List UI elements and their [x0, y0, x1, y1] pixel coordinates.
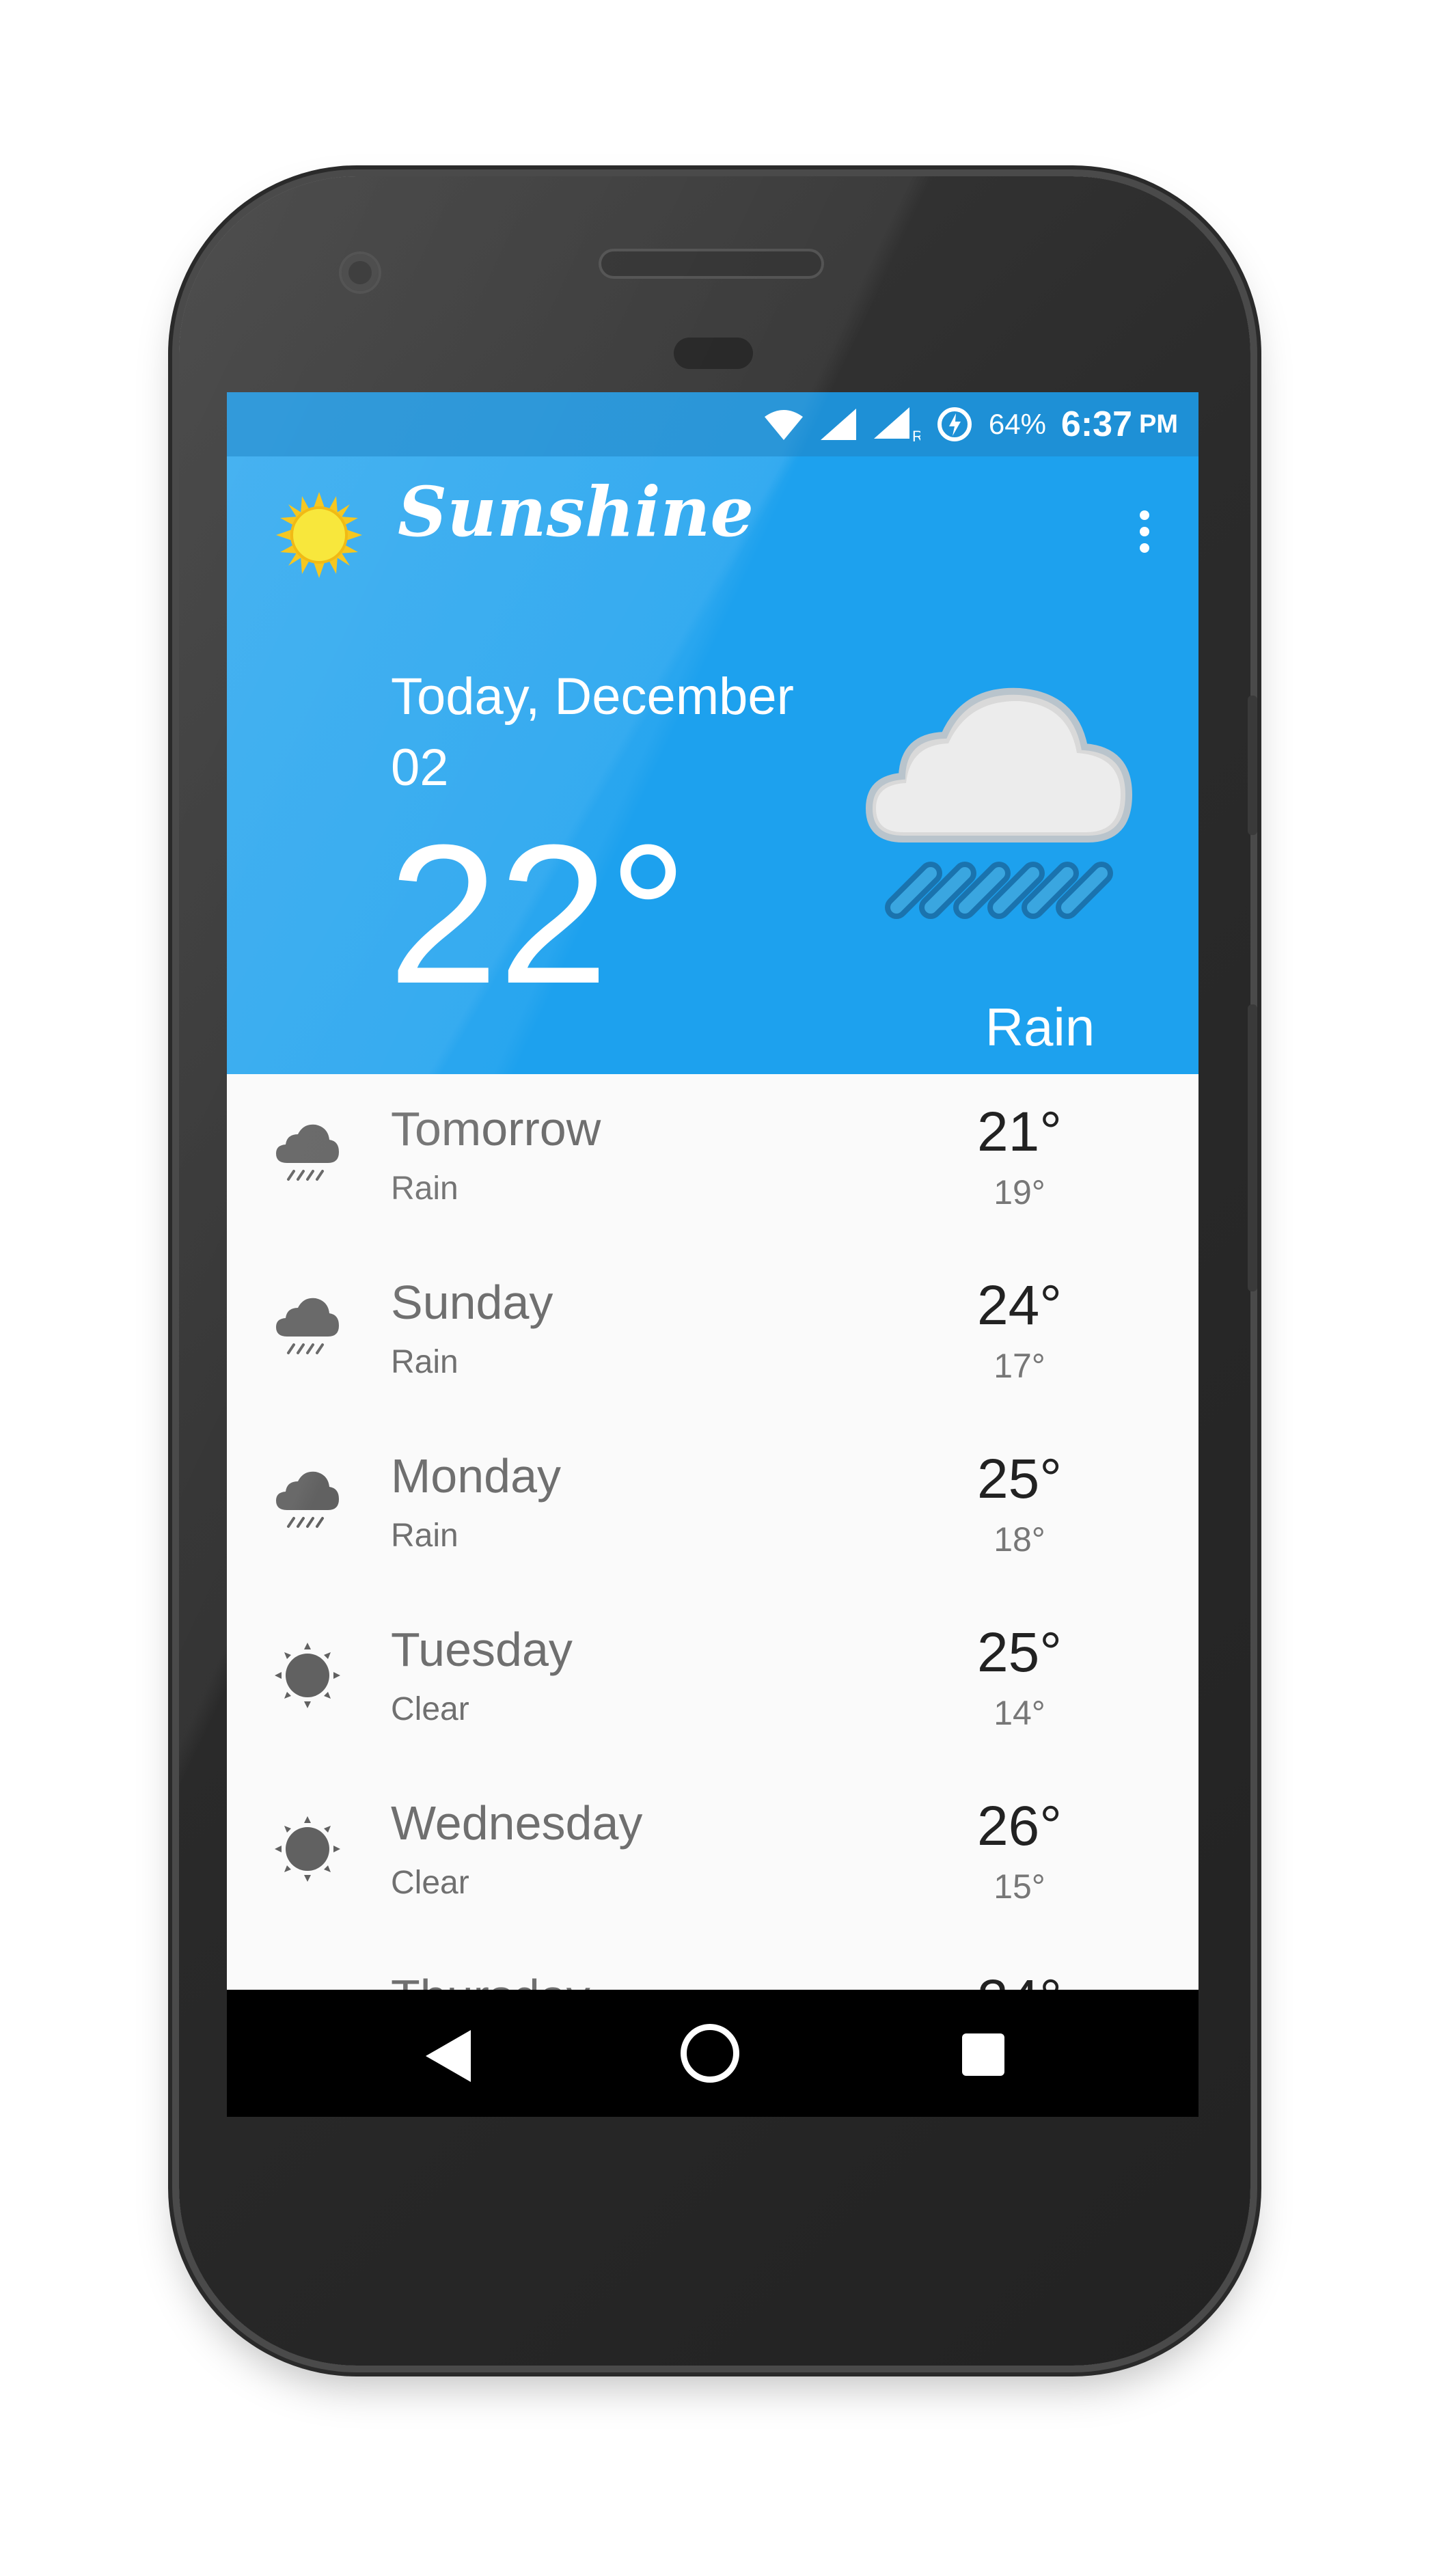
rain-icon: [276, 1471, 339, 1528]
power-button: [1248, 696, 1257, 835]
forecast-low: 19°: [994, 1173, 1045, 1211]
signal-icon: [820, 409, 856, 440]
forecast-high: 25°: [976, 1448, 1062, 1510]
forecast-condition: Rain: [391, 1170, 458, 1207]
menu-dot: [1140, 510, 1149, 520]
signal-roaming-icon: R: [873, 407, 920, 443]
battery-saver-icon: [937, 407, 972, 441]
home-button[interactable]: [681, 2024, 739, 2083]
forecast-high: 24°: [976, 1274, 1062, 1337]
menu-dot: [1140, 527, 1149, 536]
battery-percent: 64%: [988, 408, 1046, 440]
sun-icon: [275, 1816, 340, 1882]
forecast-row[interactable]: Wednesday Clear 26° 15°: [227, 1768, 1198, 1942]
today-panel[interactable]: Sunshine Today, December 02 22° Rain: [227, 456, 1198, 1074]
forecast-low: 17°: [994, 1347, 1045, 1385]
earpiece-speaker: [601, 251, 821, 276]
forecast-row[interactable]: Tuesday Clear 25° 14°: [227, 1595, 1198, 1768]
proximity-sensor: [674, 338, 753, 369]
forecast-day: Monday: [391, 1449, 562, 1503]
forecast-row[interactable]: Monday Rain 25° 18°: [227, 1421, 1198, 1595]
back-icon[interactable]: [422, 2027, 476, 2085]
clock-time: 6:37: [1060, 405, 1132, 444]
forecast-high: 21°: [976, 1101, 1062, 1163]
rain-icon: [276, 1124, 339, 1181]
recents-button[interactable]: [962, 2033, 1004, 2076]
forecast-condition: Clear: [391, 1691, 469, 1727]
app-title: Sunshine: [398, 471, 754, 552]
sun-icon: [275, 1643, 340, 1708]
today-date: Today, December 02: [391, 668, 794, 797]
forecast-low: 15°: [994, 1867, 1045, 1906]
forecast-condition: Rain: [391, 1344, 458, 1380]
forecast-condition: Clear: [391, 1865, 469, 1901]
overflow-menu-button[interactable]: [1127, 497, 1162, 566]
volume-button: [1248, 1004, 1257, 1291]
navigation-bar: [227, 1990, 1198, 2117]
menu-dot: [1140, 543, 1149, 553]
forecast-high: 26°: [976, 1795, 1062, 1857]
front-camera: [342, 254, 379, 291]
forecast-row[interactable]: Tomorrow Rain 21° 19°: [227, 1074, 1198, 1248]
forecast-list: Tomorrow Rain 21° 19° Sunday Rain 24° 17…: [227, 1074, 1198, 2031]
forecast-low: 18°: [994, 1520, 1045, 1559]
forecast-low: 14°: [994, 1694, 1045, 1732]
today-condition: Rain: [985, 997, 1095, 1057]
forecast-day: Sunday: [391, 1276, 553, 1329]
sun-logo-icon: [276, 492, 362, 578]
today-high-temp: 22°: [388, 804, 688, 1025]
clock-ampm: PM: [1139, 409, 1178, 439]
forecast-condition: Rain: [391, 1518, 458, 1554]
rain-icon: [276, 1298, 339, 1354]
screen: R 64% 6:37 PM Sunshine Today, December 0…: [227, 392, 1198, 2117]
rain-cloud-icon: [865, 687, 1133, 919]
forecast-day: Tomorrow: [391, 1102, 601, 1155]
forecast-day: Tuesday: [391, 1623, 573, 1676]
wifi-icon: [764, 410, 803, 440]
forecast-row[interactable]: Sunday Rain 24° 17°: [227, 1248, 1198, 1421]
forecast-day: Wednesday: [391, 1796, 643, 1850]
status-bar: R 64% 6:37 PM: [227, 392, 1198, 456]
forecast-high: 25°: [976, 1621, 1062, 1684]
svg-text:R: R: [912, 428, 920, 443]
